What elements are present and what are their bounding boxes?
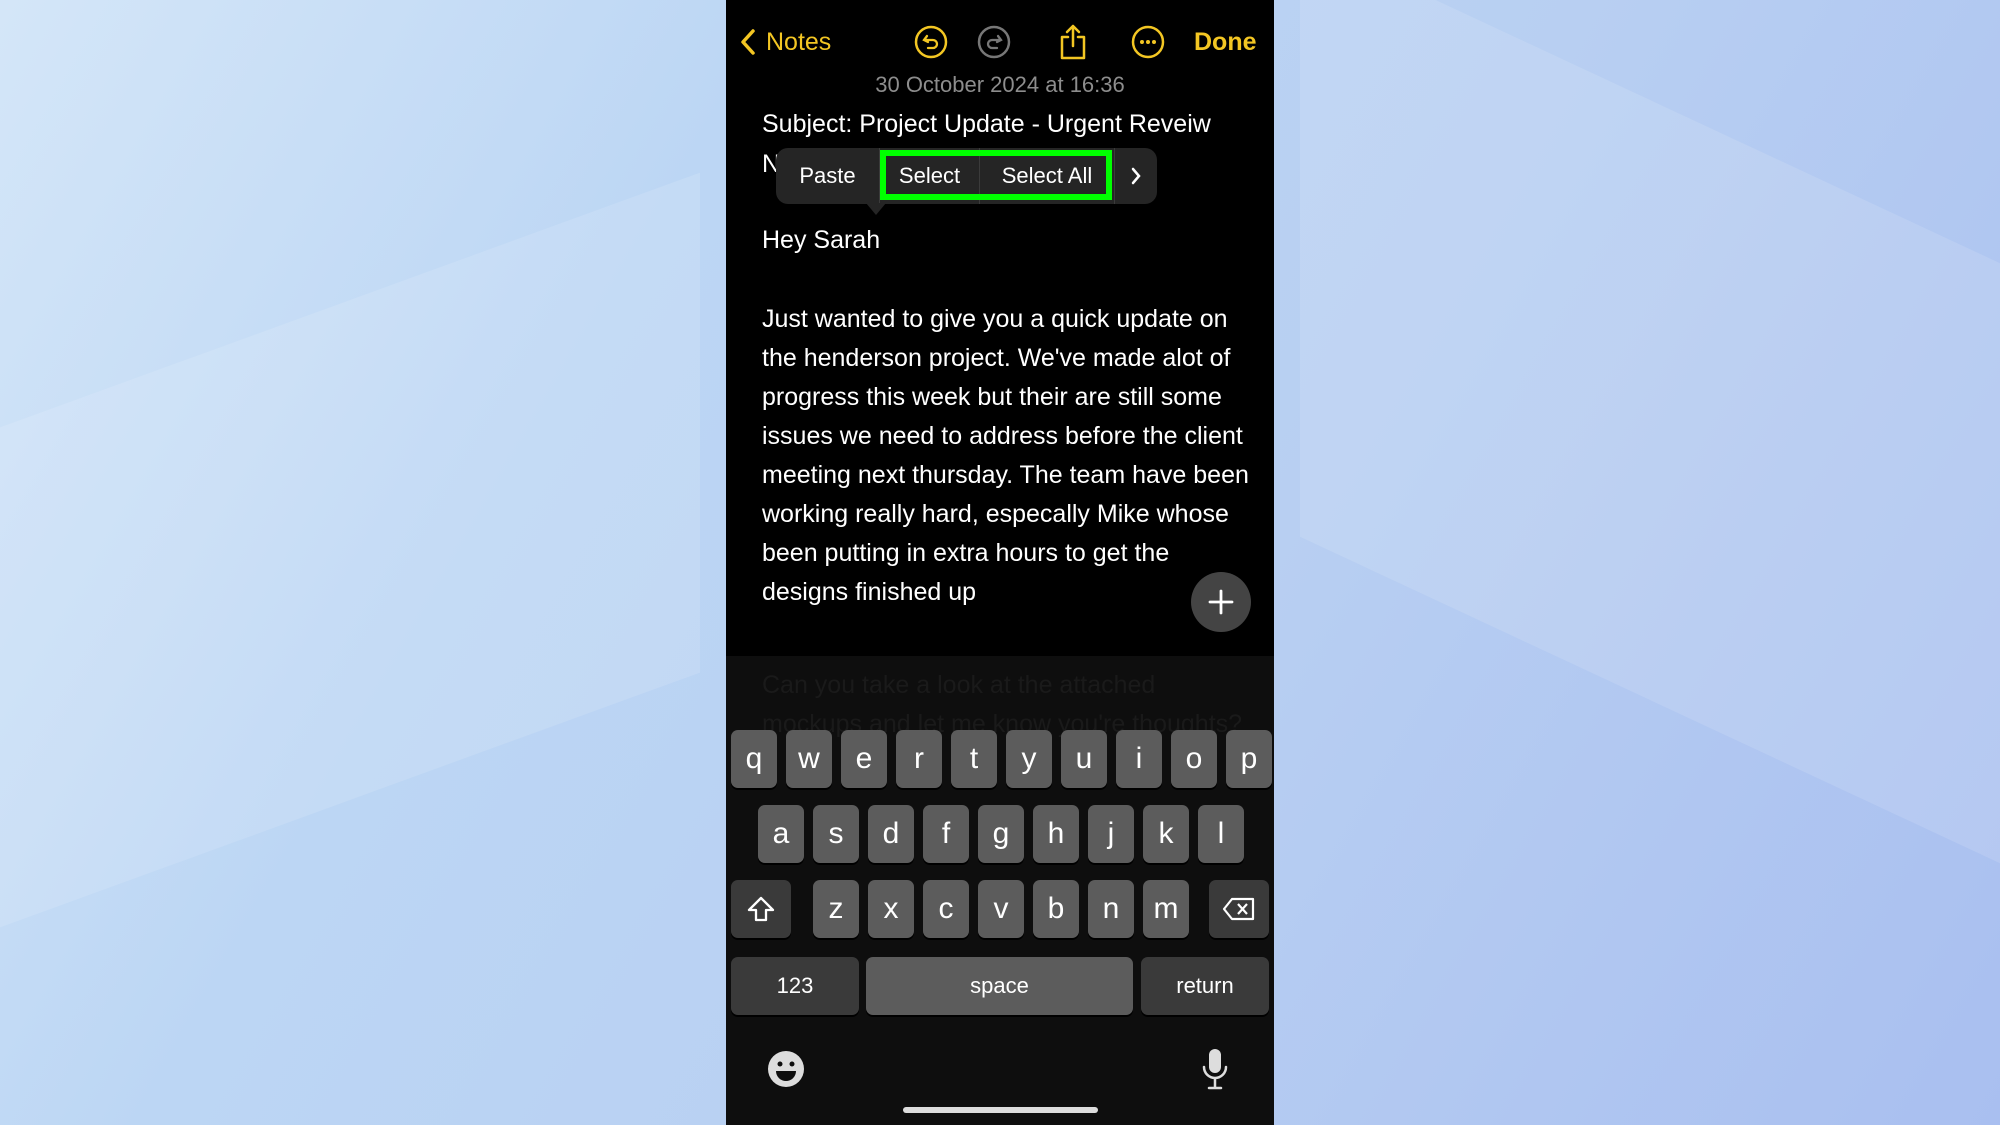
obscured-line: Can you take a look at the attached: [762, 671, 1156, 699]
share-icon: [1060, 24, 1086, 60]
key-j[interactable]: j: [1088, 805, 1134, 863]
background-shape: [0, 172, 700, 928]
undo-icon: [914, 25, 948, 59]
delete-key[interactable]: [1209, 880, 1269, 938]
body-line: the henderson project. We've made alot o…: [762, 344, 1231, 372]
share-button[interactable]: [1054, 22, 1092, 62]
key-w[interactable]: w: [786, 730, 832, 788]
body-line: Just wanted to give you a quick update o…: [762, 305, 1228, 333]
key-q[interactable]: q: [731, 730, 777, 788]
key-h[interactable]: h: [1033, 805, 1079, 863]
key-n[interactable]: n: [1088, 880, 1134, 938]
body-line: progress this week but their are still s…: [762, 383, 1222, 411]
space-key[interactable]: space: [866, 957, 1133, 1015]
body-line: designs finished up: [762, 578, 977, 606]
key-b[interactable]: b: [1033, 880, 1079, 938]
chevron-right-icon: [1131, 167, 1141, 185]
key-t[interactable]: t: [951, 730, 997, 788]
key-e[interactable]: e: [841, 730, 887, 788]
key-v[interactable]: v: [978, 880, 1024, 938]
back-label: Notes: [766, 27, 832, 56]
chevron-left-icon: [741, 29, 755, 55]
key-m[interactable]: m: [1143, 880, 1189, 938]
return-key[interactable]: return: [1141, 957, 1269, 1015]
keyboard: Can you take a look at the attached m o c k…: [726, 656, 1274, 1125]
microphone-icon: [1202, 1049, 1228, 1090]
redo-button[interactable]: [975, 22, 1013, 62]
note-greeting[interactable]: Hey Sarah: [762, 226, 880, 255]
more-menu-button[interactable]: [1115, 148, 1157, 204]
key-c[interactable]: c: [923, 880, 969, 938]
backspace-icon: [1222, 897, 1255, 921]
key-r[interactable]: r: [896, 730, 942, 788]
key-u[interactable]: u: [1061, 730, 1107, 788]
body-line: meeting next thursday. The team have bee…: [762, 461, 1249, 489]
body-line: working really hard, especally Mike whos…: [762, 500, 1229, 528]
home-indicator[interactable]: [903, 1107, 1098, 1113]
menu-pointer: [866, 203, 886, 215]
emoji-icon: [768, 1051, 804, 1087]
highlight-box: [880, 150, 1112, 200]
dictation-button[interactable]: [1200, 1047, 1230, 1096]
key-o[interactable]: o: [1171, 730, 1217, 788]
shift-icon: [747, 896, 775, 922]
key-g[interactable]: g: [978, 805, 1024, 863]
done-button[interactable]: Done: [1194, 22, 1257, 62]
paste-menu-item[interactable]: Paste: [776, 148, 880, 204]
note-subject[interactable]: Subject: Project Update - Urgent Reveiw: [762, 110, 1211, 139]
redo-icon: [977, 25, 1011, 59]
background-shape: [1300, 0, 2000, 864]
more-icon: [1131, 25, 1165, 59]
key-p[interactable]: p: [1226, 730, 1272, 788]
back-button[interactable]: Notes: [736, 22, 831, 62]
key-k[interactable]: k: [1143, 805, 1189, 863]
key-x[interactable]: x: [868, 880, 914, 938]
phone-screen: Notes Done 30 October 2024 at 16:36 Subj…: [726, 0, 1274, 1125]
note-body[interactable]: Just wanted to give you a quick update o…: [762, 300, 1262, 612]
key-s[interactable]: s: [813, 805, 859, 863]
body-line: issues we need to address before the cli…: [762, 422, 1243, 450]
body-line: been putting in extra hours to get the: [762, 539, 1170, 567]
emoji-button[interactable]: [766, 1049, 806, 1094]
key-d[interactable]: d: [868, 805, 914, 863]
shift-key[interactable]: [731, 880, 791, 938]
note-date: 30 October 2024 at 16:36: [875, 72, 1125, 97]
key-l[interactable]: l: [1198, 805, 1244, 863]
key-y[interactable]: y: [1006, 730, 1052, 788]
undo-button[interactable]: [912, 22, 950, 62]
more-button[interactable]: [1129, 22, 1167, 62]
numbers-key[interactable]: 123: [731, 957, 859, 1015]
key-z[interactable]: z: [813, 880, 859, 938]
key-f[interactable]: f: [923, 805, 969, 863]
key-i[interactable]: i: [1116, 730, 1162, 788]
key-a[interactable]: a: [758, 805, 804, 863]
